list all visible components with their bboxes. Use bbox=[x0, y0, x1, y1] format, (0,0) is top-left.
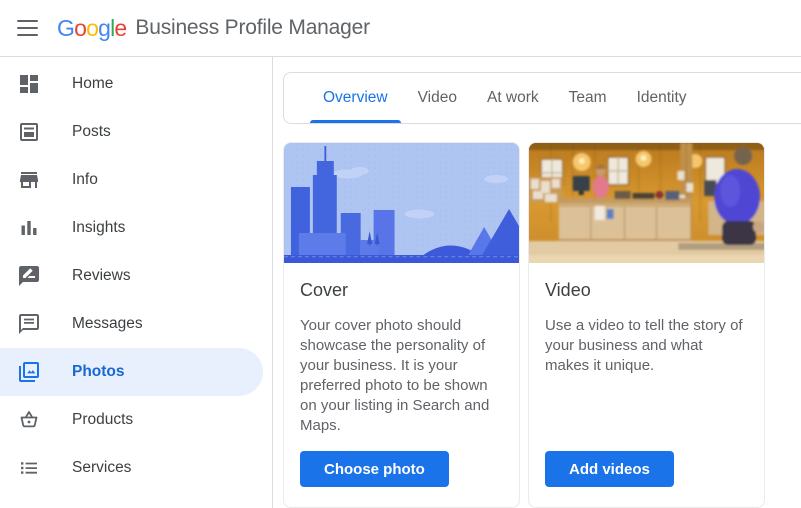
posts-icon bbox=[17, 120, 41, 144]
logo-letter: e bbox=[114, 14, 127, 41]
sidebar-item-label: Products bbox=[72, 411, 134, 428]
sidebar-item-home[interactable]: Home bbox=[0, 60, 263, 108]
sidebar-item-messages[interactable]: Messages bbox=[0, 300, 263, 348]
sidebar-item-products[interactable]: Products bbox=[0, 396, 263, 444]
rate-review-icon bbox=[17, 264, 41, 288]
tab-label: At work bbox=[486, 89, 539, 106]
basket-icon bbox=[17, 408, 41, 432]
sidebar-item-photos[interactable]: Photos bbox=[0, 348, 263, 396]
add-videos-button[interactable]: Add videos bbox=[545, 451, 674, 487]
sidebar-item-label: Messages bbox=[72, 315, 143, 332]
sidebar-item-partial[interactable] bbox=[0, 492, 263, 508]
bar-chart-icon bbox=[17, 216, 41, 240]
photo-library-icon bbox=[17, 360, 41, 384]
video-card: Video Use a video to tell the story of y… bbox=[528, 142, 765, 508]
hamburger-menu-icon[interactable] bbox=[16, 16, 40, 40]
tab-label: Team bbox=[568, 89, 607, 106]
cover-card-title: Cover bbox=[300, 280, 349, 300]
sidebar-item-label: Insights bbox=[72, 219, 126, 236]
cover-card: Cover Your cover photo should showcase t… bbox=[283, 142, 520, 508]
tab-label: Video bbox=[417, 89, 457, 106]
google-logo: G o o g l e bbox=[57, 14, 127, 42]
tab-label: Overview bbox=[323, 89, 388, 106]
logo-letter: G bbox=[57, 14, 75, 41]
website-icon bbox=[17, 504, 41, 508]
video-card-description: Use a video to tell the story of your bu… bbox=[545, 317, 743, 374]
video-card-title: Video bbox=[545, 280, 591, 300]
photo-cards-row: Cover Your cover photo should showcase t… bbox=[283, 142, 801, 508]
tab-team[interactable]: Team bbox=[554, 73, 622, 123]
cover-card-body: Cover Your cover photo should showcase t… bbox=[284, 263, 519, 507]
tab-video[interactable]: Video bbox=[403, 73, 472, 123]
sidebar-item-label: Services bbox=[72, 459, 132, 476]
sidebar-item-services[interactable]: Services bbox=[0, 444, 263, 492]
cover-illustration bbox=[284, 143, 519, 263]
sidebar-nav: Home Posts Info Insights Reviews Message… bbox=[0, 57, 273, 508]
app-title: Business Profile Manager bbox=[135, 16, 370, 39]
sidebar-item-posts[interactable]: Posts bbox=[0, 108, 263, 156]
sidebar-item-label: Posts bbox=[72, 123, 111, 140]
sidebar-item-label: Photos bbox=[72, 363, 125, 380]
choose-photo-button[interactable]: Choose photo bbox=[300, 451, 449, 487]
cover-card-description: Your cover photo should showcase the per… bbox=[300, 317, 490, 434]
photos-tab-bar: Overview Video At work Team Identity bbox=[283, 72, 801, 124]
list-icon bbox=[17, 456, 41, 480]
chat-icon bbox=[17, 312, 41, 336]
main-content: Overview Video At work Team Identity Cov… bbox=[273, 57, 801, 508]
dashboard-icon bbox=[17, 72, 41, 96]
tab-label: Identity bbox=[636, 89, 687, 106]
sidebar-item-label: Reviews bbox=[72, 267, 131, 284]
logo-letter: o bbox=[74, 14, 87, 41]
tab-overview[interactable]: Overview bbox=[308, 73, 403, 123]
sidebar-item-info[interactable]: Info bbox=[0, 156, 263, 204]
storefront-icon bbox=[17, 168, 41, 192]
app-header: G o o g l e Business Profile Manager bbox=[0, 0, 801, 57]
sidebar-item-reviews[interactable]: Reviews bbox=[0, 252, 263, 300]
tab-at-work[interactable]: At work bbox=[472, 73, 554, 123]
sidebar-item-label: Info bbox=[72, 171, 98, 188]
video-card-body: Video Use a video to tell the story of y… bbox=[529, 263, 764, 507]
video-photo bbox=[529, 143, 764, 263]
logo-letter: g bbox=[98, 14, 111, 41]
sidebar-item-label: Home bbox=[72, 75, 114, 92]
tab-identity[interactable]: Identity bbox=[622, 73, 702, 123]
logo-letter: o bbox=[86, 14, 99, 41]
sidebar-item-insights[interactable]: Insights bbox=[0, 204, 263, 252]
